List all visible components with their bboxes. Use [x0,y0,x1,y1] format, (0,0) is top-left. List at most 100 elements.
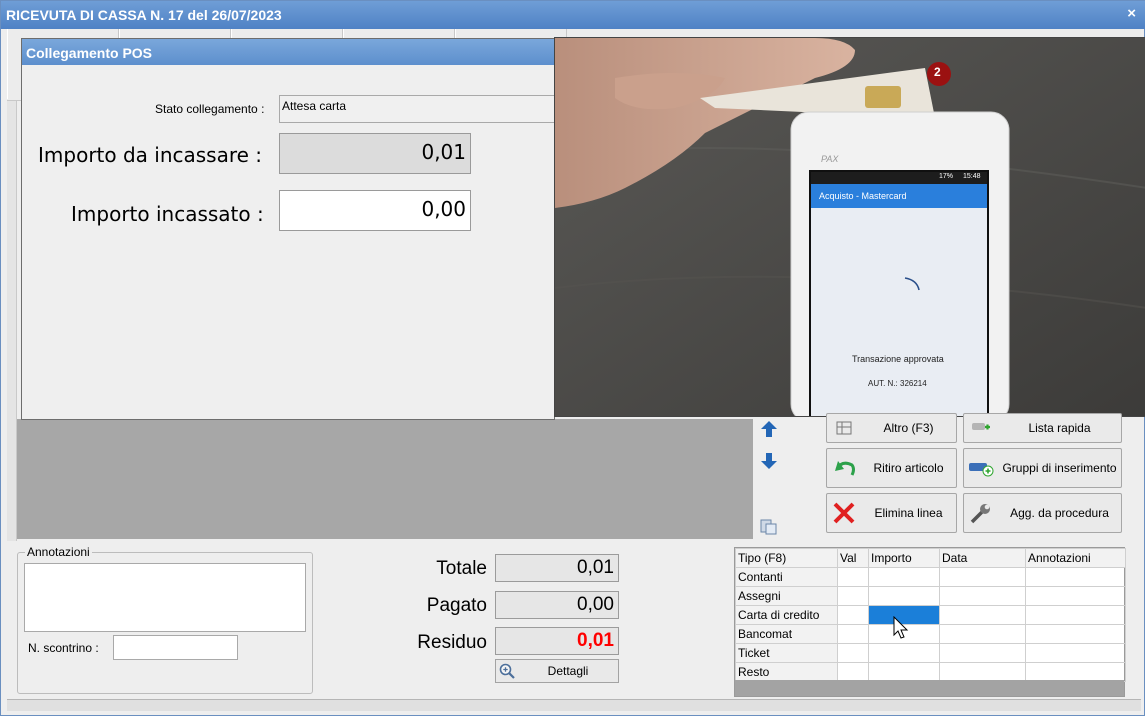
col-header[interactable]: Tipo (F8) [735,548,838,568]
agg-procedura-button[interactable]: Agg. da procedura [963,493,1122,533]
importo-da-incassare-field[interactable]: 0,01 [279,133,471,174]
dettagli-button[interactable]: Dettagli [495,659,619,683]
importo-incassato-label: Importo incassato : [71,202,264,226]
undo-icon [827,457,861,479]
annotazioni-cell[interactable] [1025,567,1126,587]
scontrino-label: N. scontrino : [28,641,99,655]
residuo-label: Residuo [417,632,487,653]
val-cell[interactable] [837,605,869,625]
importo-cell[interactable] [868,643,940,663]
data-cell[interactable] [939,624,1026,644]
status-bar [7,699,1141,711]
dettagli-label: Dettagli [547,664,589,678]
importo-cell[interactable] [868,586,940,606]
val-cell[interactable] [837,567,869,587]
tipo-cell: Resto [735,662,838,682]
lista-rapida-button[interactable]: Lista rapida [963,413,1122,443]
data-cell[interactable] [939,586,1026,606]
totale-value: 0,01 [495,554,619,582]
annotazioni-cell[interactable] [1025,643,1126,663]
col-header[interactable]: Annotazioni [1025,548,1126,568]
pagato-label: Pagato [426,595,487,616]
wrench-icon [964,501,998,525]
add-list-icon [964,420,998,436]
col-header[interactable]: Importo [868,548,940,568]
tipo-cell: Ticket [735,643,838,663]
arrow-down-icon [761,453,777,469]
terminal-app-bar: Acquisto - Mastercard [819,191,907,201]
importo-incassato-field[interactable]: 0,00 [279,190,471,231]
annotazioni-cell[interactable] [1025,662,1126,682]
copy-icon [760,519,777,535]
copy-button[interactable] [757,514,781,538]
move-up-button[interactable] [757,417,781,441]
horizontal-scrollbar[interactable] [735,680,1124,696]
terminal-time: 15:48 [963,173,981,180]
window-titlebar: RICEVUTA DI CASSA N. 17 del 26/07/2023 × [1,1,1145,29]
terminal-message: Transazione approvata [852,354,944,364]
annotazioni-cell[interactable] [1025,624,1126,644]
tipo-cell: Bancomat [735,624,838,644]
close-icon[interactable]: × [1127,5,1136,22]
importo-cell[interactable] [868,567,940,587]
col-header[interactable]: Data [939,548,1026,568]
tipo-cell: Contanti [735,567,838,587]
move-down-button[interactable] [757,449,781,473]
zoom-icon [496,663,518,679]
terminal-battery: 17% [939,173,954,180]
annotazioni-legend: Annotazioni [25,545,92,559]
val-cell[interactable] [837,643,869,663]
elimina-linea-button[interactable]: Elimina linea [826,493,957,533]
importo-cell[interactable] [868,662,940,682]
agg-procedura-label: Agg. da procedura [1010,506,1109,520]
table-row[interactable]: Resto [735,662,1126,682]
delete-icon [827,501,861,525]
val-cell[interactable] [837,586,869,606]
step-badge: 2 [934,65,941,79]
table-row[interactable]: Ticket [735,643,1126,663]
val-cell[interactable] [837,662,869,682]
stato-field: Attesa carta [279,95,559,123]
arrow-up-icon [761,421,777,437]
annotazioni-cell[interactable] [1025,586,1126,606]
gruppi-inserimento-button[interactable]: Gruppi di inserimento [963,448,1122,488]
annotazioni-textarea[interactable] [24,563,306,632]
altro-button[interactable]: Altro (F3) [826,413,957,443]
pos-dialog: Collegamento POS Stato collegamento : At… [21,38,559,420]
stato-value: Attesa carta [282,99,347,113]
table-row[interactable]: Carta di credito [735,605,1126,625]
payments-grid: Tipo (F8) Val Importo Data Annotazioni C… [734,547,1126,697]
data-cell[interactable] [939,567,1026,587]
payments-header-row: Tipo (F8) Val Importo Data Annotazioni [735,548,1126,568]
side-panel [7,101,17,541]
add-group-icon [964,458,998,478]
mouse-cursor-icon [893,616,909,639]
table-row[interactable]: Assegni [735,586,1126,606]
pos-dialog-title: Collegamento POS [22,39,554,65]
terminal-brand: PAX [821,154,839,164]
tipo-cell: Carta di credito [735,605,838,625]
elimina-linea-label: Elimina linea [874,506,943,520]
lista-rapida-label: Lista rapida [1028,421,1091,435]
ritiro-articolo-label: Ritiro articolo [873,461,944,475]
window-title: RICEVUTA DI CASSA N. 17 del 26/07/2023 [6,7,282,23]
terminal-auth: AUT. N.: 326214 [868,379,927,388]
data-cell[interactable] [939,643,1026,663]
data-cell[interactable] [939,662,1026,682]
val-cell[interactable] [837,624,869,644]
pagato-value: 0,00 [495,591,619,619]
importo-da-incassare-label: Importo da incassare : [38,143,263,167]
residuo-value: 0,01 [495,627,619,655]
data-cell[interactable] [939,605,1026,625]
col-header[interactable]: Val [837,548,869,568]
table-row[interactable]: Bancomat [735,624,1126,644]
totale-label: Totale [436,558,487,579]
work-area [17,419,753,539]
tipo-cell: Assegni [735,586,838,606]
annotazioni-cell[interactable] [1025,605,1126,625]
scontrino-input[interactable] [113,635,238,660]
terminal-photo-illustration [555,38,1145,416]
table-row[interactable]: Contanti [735,567,1126,587]
ritiro-articolo-button[interactable]: Ritiro articolo [826,448,957,488]
receipt-window: RICEVUTA DI CASSA N. 17 del 26/07/2023 ×… [0,0,1145,716]
